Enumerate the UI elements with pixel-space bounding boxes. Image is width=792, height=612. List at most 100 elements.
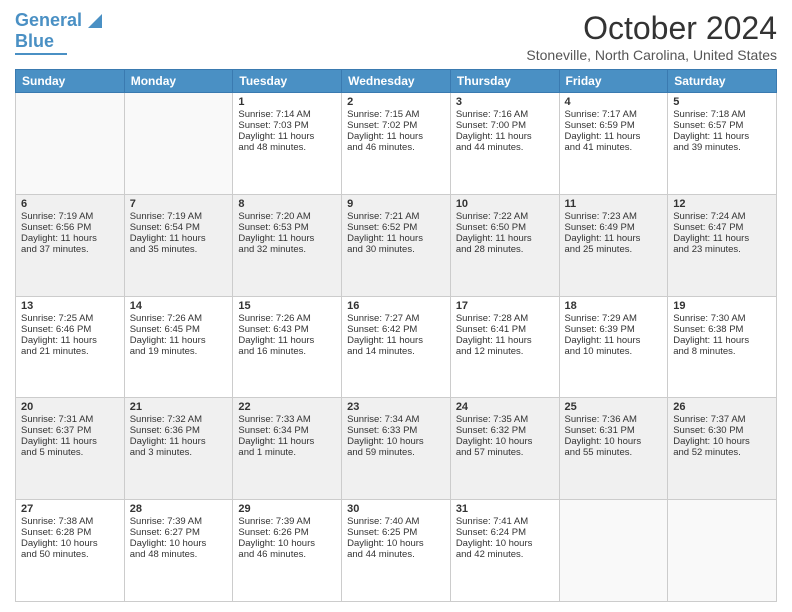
- day-info-line: Daylight: 11 hours: [238, 131, 336, 142]
- calendar-cell: 4Sunrise: 7:17 AMSunset: 6:59 PMDaylight…: [559, 93, 668, 195]
- day-info-line: and 16 minutes.: [238, 346, 336, 357]
- calendar-week-row: 27Sunrise: 7:38 AMSunset: 6:28 PMDayligh…: [16, 500, 777, 602]
- calendar-table: SundayMondayTuesdayWednesdayThursdayFrid…: [15, 69, 777, 602]
- day-info-line: Sunset: 6:33 PM: [347, 425, 445, 436]
- calendar-cell: 14Sunrise: 7:26 AMSunset: 6:45 PMDayligh…: [124, 296, 233, 398]
- day-info-line: Daylight: 11 hours: [347, 131, 445, 142]
- day-info-line: Daylight: 11 hours: [673, 233, 771, 244]
- day-info-line: and 8 minutes.: [673, 346, 771, 357]
- day-info-line: Sunrise: 7:28 AM: [456, 313, 554, 324]
- calendar-cell: 5Sunrise: 7:18 AMSunset: 6:57 PMDaylight…: [668, 93, 777, 195]
- day-info-line: Sunrise: 7:39 AM: [238, 516, 336, 527]
- day-info-line: Sunrise: 7:24 AM: [673, 211, 771, 222]
- day-info-line: Daylight: 10 hours: [347, 538, 445, 549]
- calendar-cell: [124, 93, 233, 195]
- day-info-line: Sunrise: 7:22 AM: [456, 211, 554, 222]
- day-info-line: Sunrise: 7:31 AM: [21, 414, 119, 425]
- day-info-line: and 19 minutes.: [130, 346, 228, 357]
- day-info-line: and 55 minutes.: [565, 447, 663, 458]
- day-info-line: Sunset: 6:31 PM: [565, 425, 663, 436]
- logo: General Blue: [15, 10, 102, 55]
- day-info-line: Sunrise: 7:23 AM: [565, 211, 663, 222]
- day-info-line: Sunset: 6:42 PM: [347, 324, 445, 335]
- day-info-line: Sunset: 6:53 PM: [238, 222, 336, 233]
- day-info-line: Daylight: 11 hours: [673, 335, 771, 346]
- day-info-line: Sunrise: 7:37 AM: [673, 414, 771, 425]
- day-info-line: Sunrise: 7:25 AM: [21, 313, 119, 324]
- day-info-line: Sunset: 6:56 PM: [21, 222, 119, 233]
- day-info-line: and 35 minutes.: [130, 244, 228, 255]
- day-number: 16: [347, 300, 445, 312]
- calendar-cell: 31Sunrise: 7:41 AMSunset: 6:24 PMDayligh…: [450, 500, 559, 602]
- day-number: 8: [238, 198, 336, 210]
- logo-underline: [15, 53, 67, 55]
- month-title: October 2024: [526, 10, 777, 47]
- day-number: 13: [21, 300, 119, 312]
- calendar-cell: 24Sunrise: 7:35 AMSunset: 6:32 PMDayligh…: [450, 398, 559, 500]
- day-number: 1: [238, 96, 336, 108]
- day-info-line: Sunset: 6:38 PM: [673, 324, 771, 335]
- day-info-line: and 48 minutes.: [130, 549, 228, 560]
- calendar-cell: [668, 500, 777, 602]
- day-info-line: Daylight: 11 hours: [347, 335, 445, 346]
- day-info-line: Sunset: 6:50 PM: [456, 222, 554, 233]
- day-info-line: Daylight: 11 hours: [238, 335, 336, 346]
- day-info-line: Daylight: 10 hours: [347, 436, 445, 447]
- calendar-cell: 16Sunrise: 7:27 AMSunset: 6:42 PMDayligh…: [342, 296, 451, 398]
- header: General Blue October 2024 Stoneville, No…: [15, 10, 777, 63]
- calendar-cell: 21Sunrise: 7:32 AMSunset: 6:36 PMDayligh…: [124, 398, 233, 500]
- calendar-cell: 30Sunrise: 7:40 AMSunset: 6:25 PMDayligh…: [342, 500, 451, 602]
- calendar-header-row: SundayMondayTuesdayWednesdayThursdayFrid…: [16, 70, 777, 93]
- calendar-cell: 25Sunrise: 7:36 AMSunset: 6:31 PMDayligh…: [559, 398, 668, 500]
- day-info-line: Sunrise: 7:20 AM: [238, 211, 336, 222]
- day-number: 24: [456, 401, 554, 413]
- day-info-line: and 41 minutes.: [565, 142, 663, 153]
- day-info-line: and 50 minutes.: [21, 549, 119, 560]
- calendar-cell: 8Sunrise: 7:20 AMSunset: 6:53 PMDaylight…: [233, 194, 342, 296]
- day-info-line: Sunrise: 7:21 AM: [347, 211, 445, 222]
- day-info-line: Sunrise: 7:14 AM: [238, 109, 336, 120]
- col-header-sunday: Sunday: [16, 70, 125, 93]
- day-number: 29: [238, 503, 336, 515]
- day-info-line: Daylight: 10 hours: [238, 538, 336, 549]
- day-info-line: Sunrise: 7:27 AM: [347, 313, 445, 324]
- day-info-line: Daylight: 11 hours: [347, 233, 445, 244]
- location: Stoneville, North Carolina, United State…: [526, 47, 777, 63]
- calendar-cell: 19Sunrise: 7:30 AMSunset: 6:38 PMDayligh…: [668, 296, 777, 398]
- day-info-line: Sunset: 6:26 PM: [238, 527, 336, 538]
- day-number: 18: [565, 300, 663, 312]
- day-info-line: Sunset: 7:03 PM: [238, 120, 336, 131]
- day-info-line: Daylight: 10 hours: [130, 538, 228, 549]
- calendar-cell: 11Sunrise: 7:23 AMSunset: 6:49 PMDayligh…: [559, 194, 668, 296]
- day-info-line: Sunset: 7:00 PM: [456, 120, 554, 131]
- day-number: 10: [456, 198, 554, 210]
- day-info-line: Sunrise: 7:26 AM: [130, 313, 228, 324]
- day-info-line: Daylight: 10 hours: [565, 436, 663, 447]
- day-info-line: Sunset: 6:47 PM: [673, 222, 771, 233]
- day-number: 9: [347, 198, 445, 210]
- calendar-cell: 27Sunrise: 7:38 AMSunset: 6:28 PMDayligh…: [16, 500, 125, 602]
- calendar-cell: 7Sunrise: 7:19 AMSunset: 6:54 PMDaylight…: [124, 194, 233, 296]
- day-info-line: Sunrise: 7:38 AM: [21, 516, 119, 527]
- day-info-line: and 57 minutes.: [456, 447, 554, 458]
- day-info-line: Daylight: 11 hours: [565, 335, 663, 346]
- day-number: 31: [456, 503, 554, 515]
- day-info-line: Sunrise: 7:34 AM: [347, 414, 445, 425]
- calendar-cell: 22Sunrise: 7:33 AMSunset: 6:34 PMDayligh…: [233, 398, 342, 500]
- day-info-line: and 28 minutes.: [456, 244, 554, 255]
- logo-triangle-icon: [84, 12, 102, 30]
- day-number: 28: [130, 503, 228, 515]
- day-info-line: Sunset: 6:49 PM: [565, 222, 663, 233]
- day-info-line: Sunset: 6:59 PM: [565, 120, 663, 131]
- day-number: 30: [347, 503, 445, 515]
- day-info-line: Daylight: 11 hours: [456, 233, 554, 244]
- day-info-line: Sunset: 6:45 PM: [130, 324, 228, 335]
- logo-general: General: [15, 10, 82, 30]
- calendar-cell: 28Sunrise: 7:39 AMSunset: 6:27 PMDayligh…: [124, 500, 233, 602]
- day-info-line: Sunset: 6:27 PM: [130, 527, 228, 538]
- title-block: October 2024 Stoneville, North Carolina,…: [526, 10, 777, 63]
- day-info-line: Sunset: 6:28 PM: [21, 527, 119, 538]
- day-info-line: and 12 minutes.: [456, 346, 554, 357]
- day-number: 22: [238, 401, 336, 413]
- day-info-line: and 37 minutes.: [21, 244, 119, 255]
